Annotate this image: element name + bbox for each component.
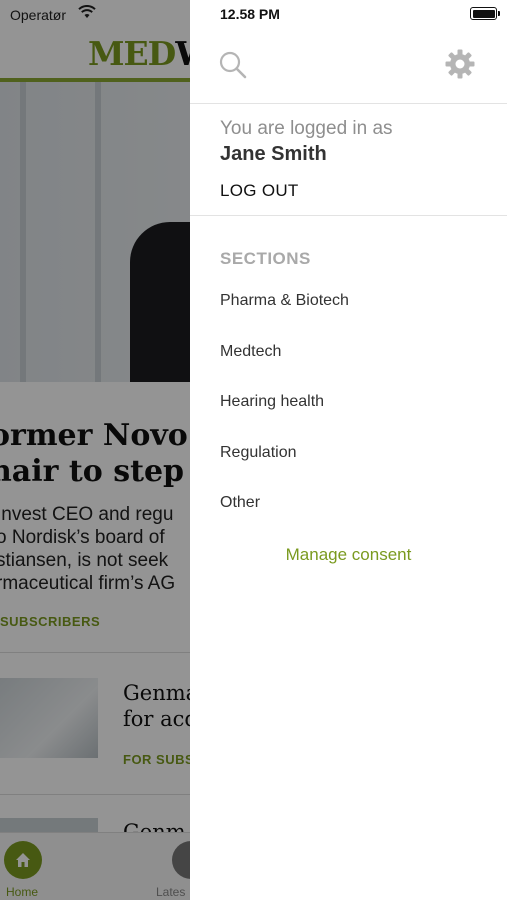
section-item-pharma-biotech[interactable]: Pharma & Biotech: [220, 292, 349, 310]
search-icon[interactable]: [218, 50, 248, 80]
battery-icon: [470, 7, 500, 20]
logged-in-label: You are logged in as: [220, 118, 393, 139]
section-item-regulation[interactable]: Regulation: [220, 444, 297, 462]
user-name: Jane Smith: [220, 143, 327, 165]
manage-consent-link[interactable]: Manage consent: [190, 545, 507, 565]
gear-icon[interactable]: [444, 48, 476, 80]
side-menu: 12.58 PM You are logged in as Jane Smith…: [190, 0, 507, 900]
section-item-medtech[interactable]: Medtech: [220, 343, 281, 361]
menu-backdrop[interactable]: [0, 0, 190, 900]
menu-divider: [190, 103, 507, 104]
menu-divider: [190, 215, 507, 216]
logout-button[interactable]: LOG OUT: [220, 181, 299, 201]
section-item-hearing-health[interactable]: Hearing health: [220, 393, 324, 411]
status-bar: 12.58 PM: [190, 0, 507, 30]
section-item-other[interactable]: Other: [220, 494, 260, 512]
sections-heading: SECTIONS: [220, 249, 311, 268]
status-time: 12.58 PM: [220, 6, 280, 22]
